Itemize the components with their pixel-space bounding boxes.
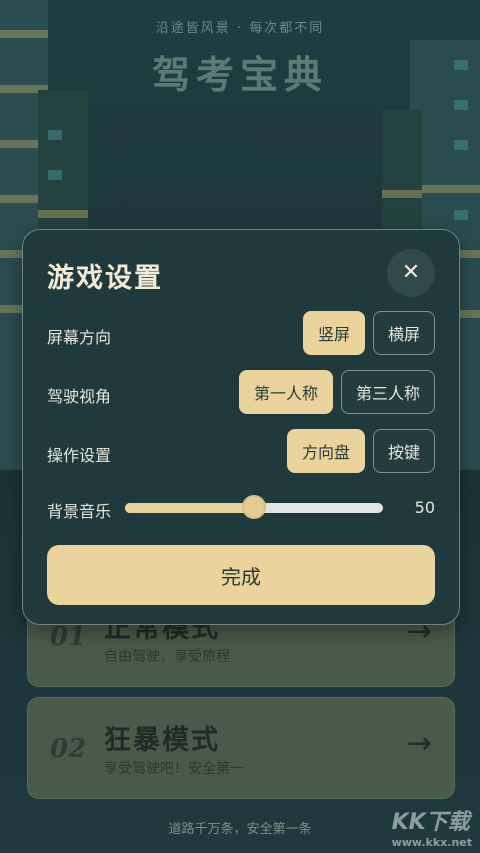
option-third-person[interactable]: 第三人称 [341, 370, 435, 414]
mode-description: 自由驾驶，享受旅程 [104, 649, 230, 665]
watermark-url: www.kkx.net [391, 836, 472, 849]
app-title: 驾考宝典 [151, 53, 328, 97]
control-settings-label: 操作设置 [47, 446, 112, 465]
option-landscape[interactable]: 横屏 [373, 311, 435, 355]
mode-number: 02 [50, 734, 87, 764]
close-icon: ✕ [401, 260, 421, 285]
music-volume-value: 50 [414, 498, 435, 517]
done-button[interactable]: 完成 [47, 545, 435, 605]
arrow-right-icon: → [406, 726, 432, 761]
close-button[interactable]: ✕ [387, 249, 435, 297]
dialog-title: 游戏设置 [47, 263, 163, 294]
slider-fill [125, 503, 254, 513]
driving-view-label: 驾驶视角 [47, 387, 112, 406]
header-subtitle: 沿途皆风景 · 每次都不同 [155, 21, 325, 36]
mode-title: 狂暴模式 [104, 725, 220, 756]
mode-card-crazy[interactable]: 02 狂暴模式 享受驾驶吧！安全第一 → [27, 697, 455, 799]
watermark-logo: KK下载 [391, 810, 470, 835]
mode-number: 01 [50, 622, 87, 652]
option-first-person[interactable]: 第一人称 [239, 370, 333, 414]
background-music-label: 背景音乐 [47, 502, 112, 521]
slider-thumb[interactable] [244, 497, 264, 517]
watermark: KK下载 www.kkx.net [392, 804, 472, 849]
settings-dialog: 游戏设置 ✕ 屏幕方向 竖屏 横屏 驾驶视角 第一人称 第三人称 操作设置 方向… [22, 229, 460, 625]
option-buttons[interactable]: 按键 [373, 429, 435, 473]
mode-description: 享受驾驶吧！安全第一 [104, 761, 244, 777]
option-portrait[interactable]: 竖屏 [303, 311, 365, 355]
screen-orientation-label: 屏幕方向 [47, 328, 112, 347]
option-steering-wheel[interactable]: 方向盘 [287, 429, 365, 473]
